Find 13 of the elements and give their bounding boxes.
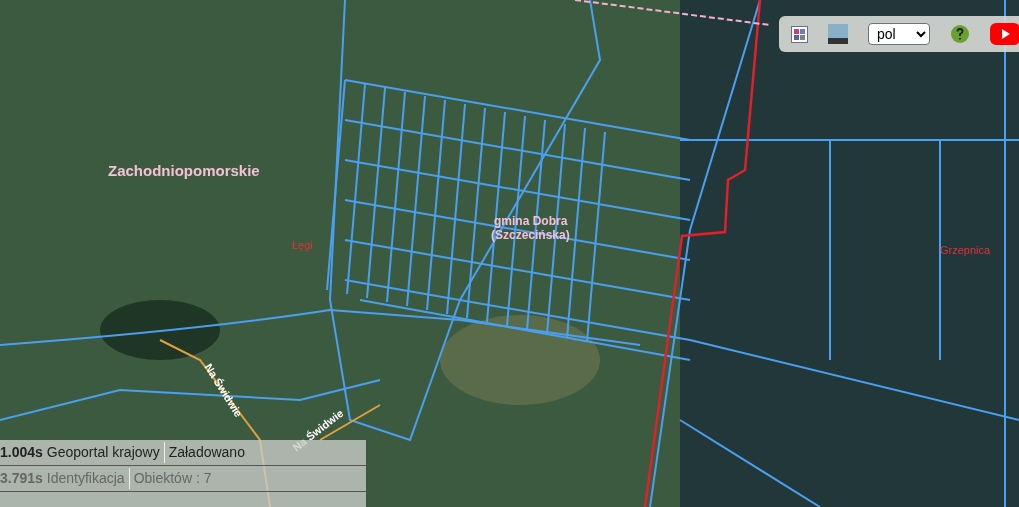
help-icon[interactable] (950, 24, 970, 44)
video-play-icon[interactable] (990, 23, 1019, 45)
wms-layer-icon[interactable] (828, 24, 848, 44)
load-time: 3.791s (0, 469, 43, 488)
source-name: Identyfikacja (46, 468, 130, 489)
status-message: Załadowano (168, 443, 245, 462)
load-time: 1.004s (0, 443, 43, 462)
status-message: Obiektów : 7 (133, 469, 212, 488)
language-select[interactable]: pol (868, 23, 930, 45)
legend-icon[interactable] (791, 25, 808, 43)
source-name: Geoportal krajowy (46, 442, 165, 463)
map-label: Zachodniopomorskie (108, 163, 260, 178)
map-label: Łęgi (292, 240, 313, 251)
